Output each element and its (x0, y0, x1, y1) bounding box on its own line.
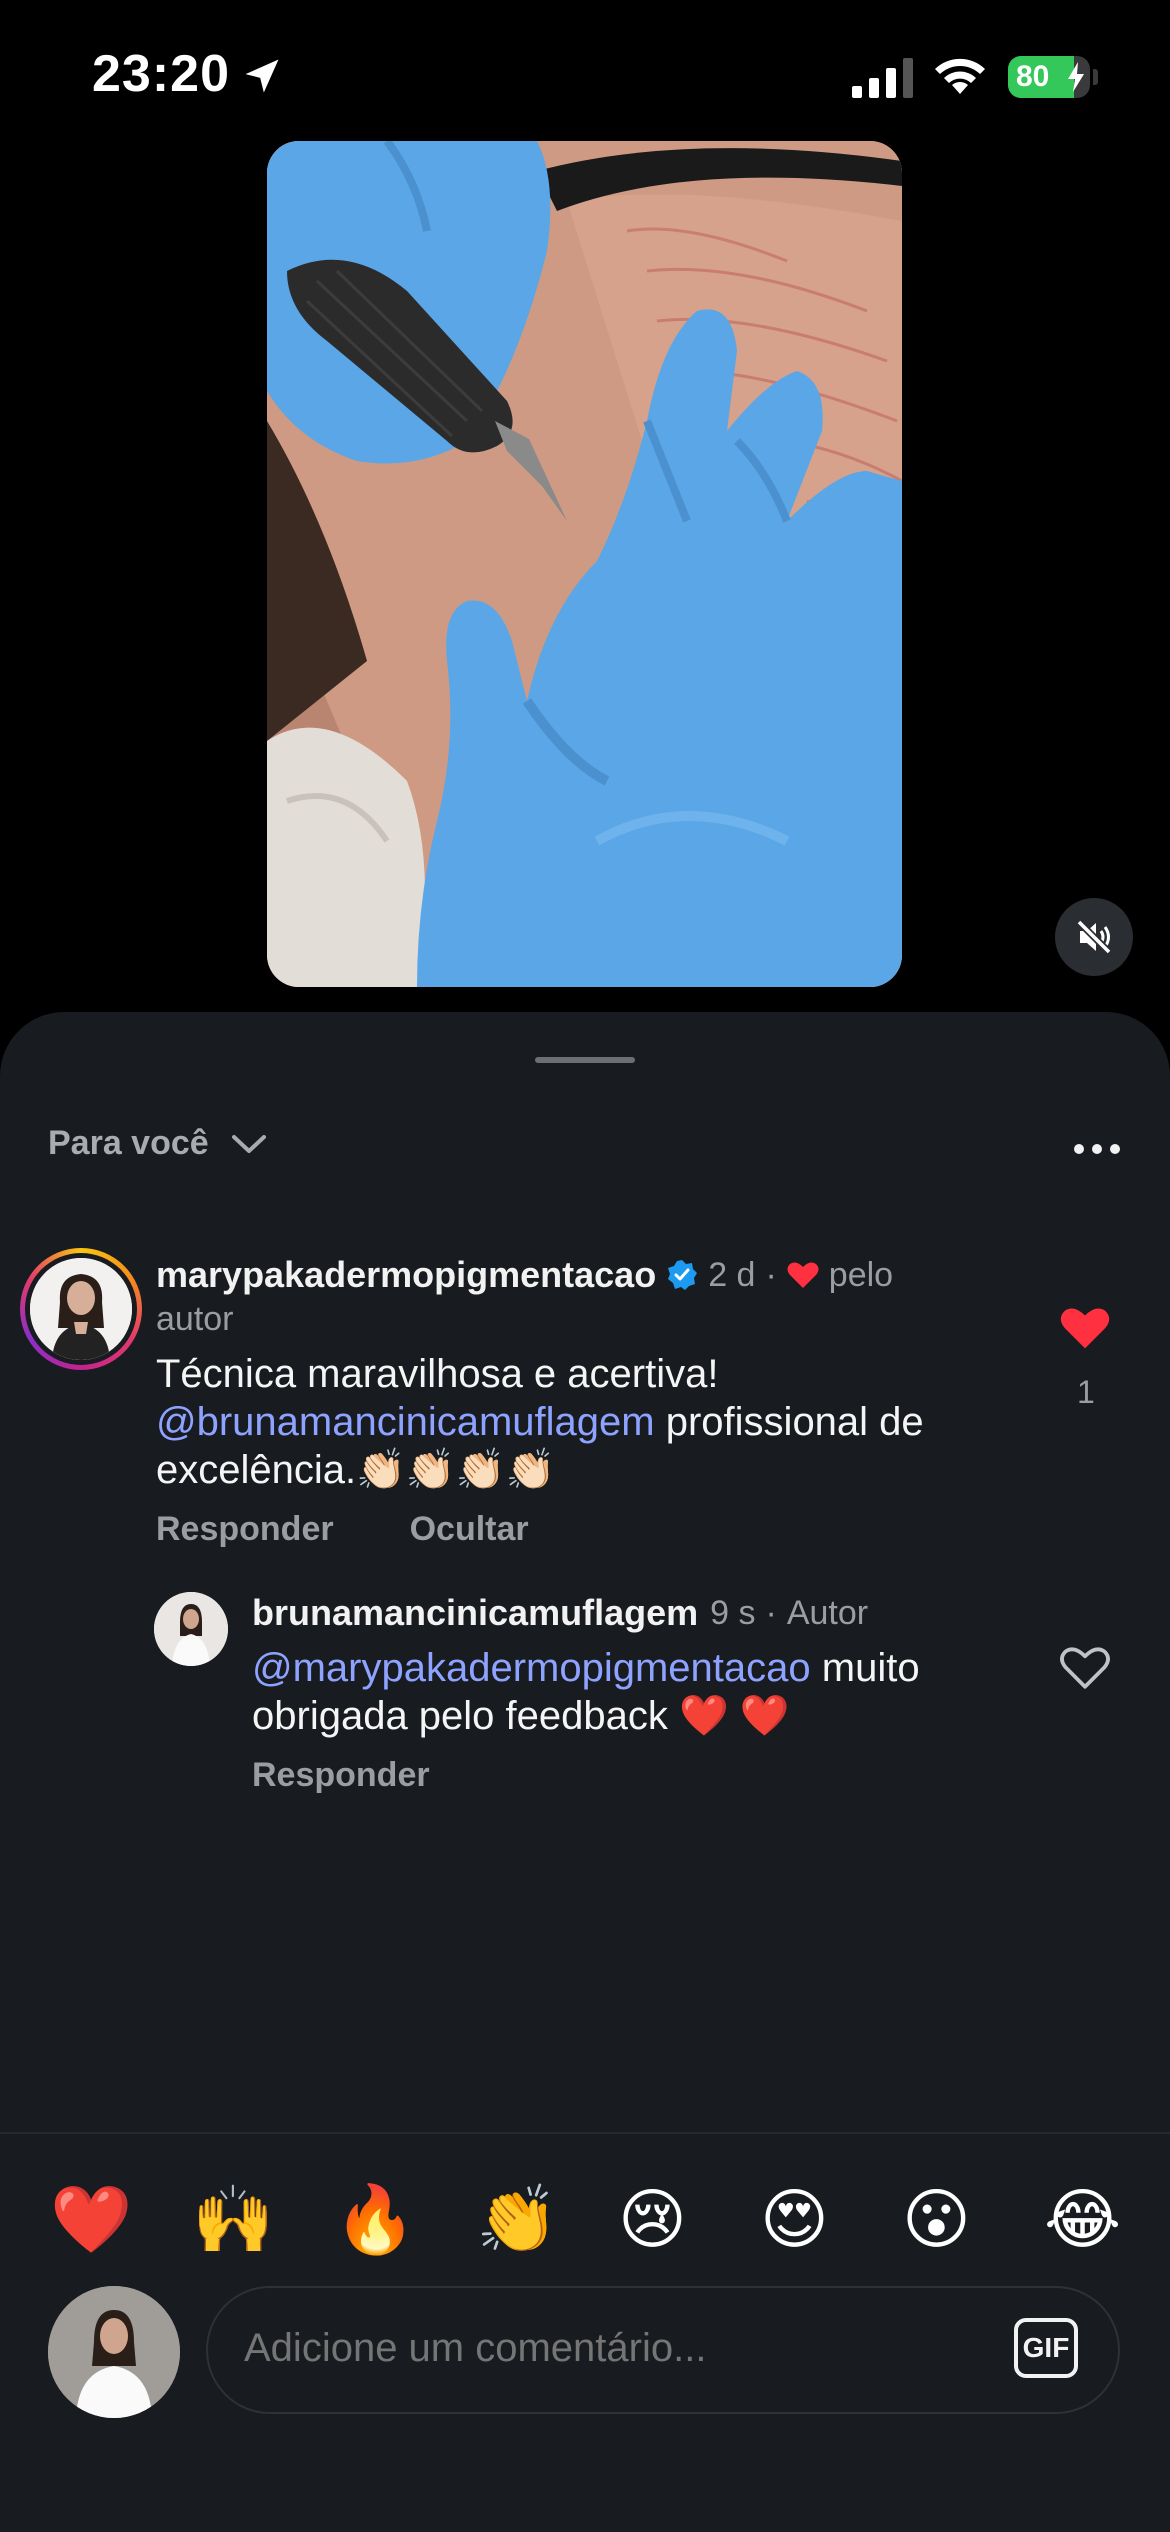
more-options-icon[interactable] (1072, 1142, 1122, 1156)
status-bar: 23:20 80 (0, 0, 1170, 150)
comment-text-line: Técnica maravilhosa e acertiva! (156, 1352, 719, 1396)
comment-text-line: obrigada pelo feedback ❤️ ❤️ (252, 1694, 790, 1738)
avatar[interactable] (154, 1592, 228, 1666)
hide-button[interactable]: Ocultar (410, 1510, 529, 1549)
chevron-down-icon (231, 1134, 266, 1153)
reaction-surprised[interactable]: 😮 (902, 2184, 971, 2254)
comment-text-line: excelência.👏🏻👏🏻👏🏻👏🏻 (156, 1448, 556, 1492)
comment-text-line: @brunamancinicamuflagem profissional de (156, 1398, 1026, 1446)
liked-by-author-label: pelo (828, 1255, 894, 1294)
speaker-muted-icon (1076, 919, 1112, 955)
like-heart-icon[interactable] (1060, 1646, 1110, 1690)
comment-input[interactable] (244, 2326, 944, 2371)
comment-text-line: @marypakadermopigmentacao muito (252, 1644, 1072, 1692)
gif-label: GIF (1022, 2332, 1070, 2363)
current-user-avatar (48, 2286, 180, 2418)
story-ring[interactable] (20, 1248, 142, 1370)
verified-badge-icon (668, 1260, 698, 1290)
avatar (30, 1258, 132, 1360)
reply-username[interactable]: brunamancinicamuflagem (252, 1592, 698, 1634)
reaction-raised-hands[interactable]: 🙌 (192, 2184, 274, 2254)
cellular-signal-icon (852, 58, 913, 98)
status-time: 23:20 (92, 45, 230, 103)
mention-link[interactable]: @brunamancinicamuflagem (156, 1400, 655, 1444)
like-count: 1 (1077, 1374, 1095, 1410)
battery-nub (1093, 69, 1098, 85)
like-heart-icon-filled[interactable] (1060, 1306, 1110, 1350)
comment-text-fragment: muito (810, 1646, 920, 1690)
liked-by-author-label-cont: autor (156, 1300, 234, 1338)
battery-percentage: 80 (1016, 60, 1050, 93)
comment-text-fragment: profissional de (654, 1400, 924, 1444)
comments-sheet: Para você marypakadermopigmentacao 2 d ·… (0, 1012, 1170, 2532)
reply-text: @marypakadermopigmentacao muito obrigada… (252, 1644, 1072, 1740)
comment-filter-dropdown[interactable]: Para você (48, 1124, 267, 1163)
meta-separator: · (765, 1593, 777, 1632)
comment-filter-label: Para você (48, 1124, 209, 1162)
location-arrow-icon (245, 59, 279, 93)
reaction-crying[interactable]: 😢 (618, 2184, 687, 2254)
mention-link[interactable]: @marypakadermopigmentacao (252, 1646, 811, 1690)
reaction-laughing[interactable]: 😂 (1044, 2184, 1121, 2254)
battery-indicator: 80 (1008, 56, 1090, 98)
wifi-icon (935, 58, 985, 94)
avatar-photo (48, 2286, 180, 2418)
reaction-fire[interactable]: 🔥 (334, 2184, 416, 2254)
quick-reactions-bar: ❤️ 🙌 🔥 👏 😢 😍 😮 😂 (0, 2132, 1170, 2294)
reply-age: 9 s (710, 1593, 756, 1632)
comment-age: 2 d (708, 1255, 756, 1294)
sheet-drag-handle[interactable] (535, 1057, 635, 1063)
comment-composer: GIF (206, 2286, 1120, 2414)
reaction-heart-eyes[interactable]: 😍 (760, 2184, 829, 2254)
mute-toggle-button[interactable] (1055, 898, 1133, 976)
avatar-photo (30, 1258, 132, 1360)
charging-bolt-icon (1068, 62, 1084, 92)
reply-button[interactable]: Responder (252, 1756, 430, 1794)
reply-button[interactable]: Responder (156, 1510, 334, 1549)
reel-video[interactable] (267, 141, 902, 987)
liked-by-author-heart-icon (787, 1262, 819, 1288)
author-label: Autor (786, 1593, 869, 1632)
reaction-heart[interactable]: ❤️ (50, 2184, 132, 2254)
comment-username[interactable]: marypakadermopigmentacao (156, 1254, 656, 1296)
meta-separator: · (765, 1255, 777, 1294)
avatar-photo (154, 1592, 228, 1666)
video-frame-image (267, 141, 902, 987)
comment-text: Técnica maravilhosa e acertiva! @brunama… (156, 1350, 1026, 1494)
screen: 23:20 80 Para você marypakadermopigmenta… (0, 0, 1170, 2532)
reaction-clap[interactable]: 👏 (476, 2184, 558, 2254)
gif-button[interactable]: GIF (1014, 2318, 1078, 2378)
